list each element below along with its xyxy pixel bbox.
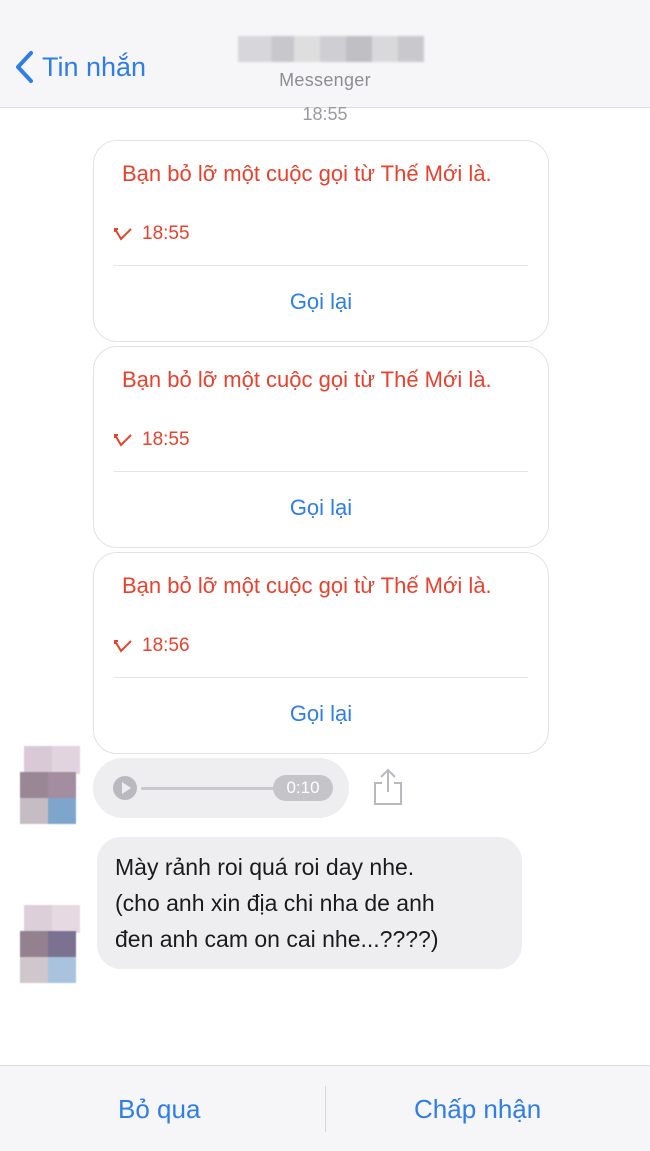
missed-call-arrow-icon: [114, 640, 132, 653]
missed-call-time-row: 18:56: [114, 635, 190, 657]
voice-message: 0:10: [93, 758, 349, 818]
message-line: (cho anh xin địa chi nha de anh: [115, 890, 435, 916]
timestamp: 18:55: [302, 104, 348, 120]
voice-duration: 0:10: [273, 775, 333, 801]
avatar[interactable]: [20, 746, 88, 824]
message-text: Mày rảnh roi quá roi day nhe. (cho anh x…: [115, 849, 515, 957]
missed-call-text: Bạn bỏ lỡ một cuộc gọi từ Thế Mới là.: [122, 161, 492, 186]
divider: [325, 1086, 326, 1132]
missed-call-arrow-icon: [114, 228, 132, 241]
call-back-button[interactable]: Gọi lại: [94, 495, 548, 521]
missed-call-card: Bạn bỏ lỡ một cuộc gọi từ Thế Mới là. 18…: [93, 552, 549, 754]
missed-call-time: 18:56: [142, 635, 190, 656]
message-bubble: Mày rảnh roi quá roi day nhe. (cho anh x…: [97, 837, 522, 969]
missed-call-card: Bạn bỏ lỡ một cuộc gọi từ Thế Mới là. 18…: [93, 346, 549, 548]
call-back-button[interactable]: Gọi lại: [94, 701, 548, 727]
voice-progress-track[interactable]: [141, 787, 281, 790]
missed-call-text: Bạn bỏ lỡ một cuộc gọi từ Thế Mới là.: [122, 573, 492, 598]
divider: [114, 471, 528, 472]
play-icon[interactable]: [113, 776, 137, 800]
accept-button[interactable]: Chấp nhận: [414, 1094, 541, 1125]
call-back-button[interactable]: Gọi lại: [94, 289, 548, 315]
ignore-button[interactable]: Bỏ qua: [118, 1094, 200, 1125]
missed-call-card: Bạn bỏ lỡ một cuộc gọi từ Thế Mới là. 18…: [93, 140, 549, 342]
avatar[interactable]: [20, 905, 88, 983]
request-action-bar: Bỏ qua Chấp nhận: [0, 1065, 650, 1151]
missed-call-time-row: 18:55: [114, 223, 190, 245]
share-icon: [374, 768, 402, 805]
missed-call-arrow-icon: [114, 434, 132, 447]
missed-call-time: 18:55: [142, 223, 190, 244]
top-bar: Tin nhắn Messenger: [0, 0, 650, 108]
share-button[interactable]: [372, 768, 404, 811]
missed-call-time: 18:55: [142, 429, 190, 450]
missed-call-time-row: 18:55: [114, 429, 190, 451]
message-line: Mày rảnh roi quá roi day nhe.: [115, 854, 415, 880]
contact-subtitle: Messenger: [279, 70, 371, 90]
message-line: đen anh cam on cai nhe...????): [115, 926, 439, 952]
divider: [114, 265, 528, 266]
contact-name-blurred: [238, 36, 424, 62]
divider: [114, 677, 528, 678]
missed-call-text: Bạn bỏ lỡ một cuộc gọi từ Thế Mới là.: [122, 367, 492, 392]
